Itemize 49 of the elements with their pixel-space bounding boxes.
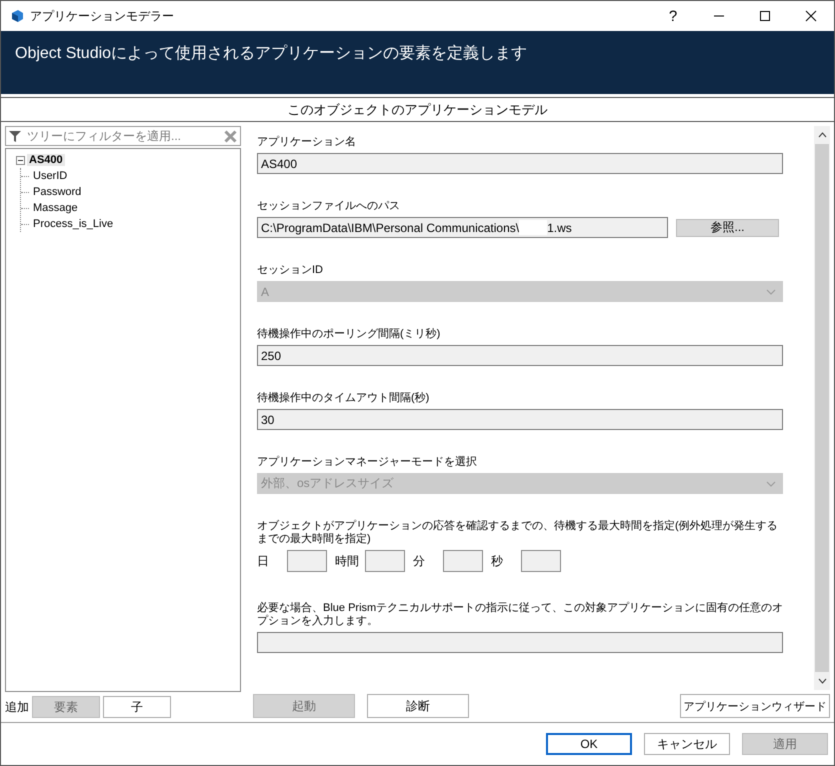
number-field[interactable] — [365, 550, 405, 572]
path-field[interactable]: C:\ProgramData\IBM\Personal Communications\ 1.ws — [257, 217, 668, 238]
browse-button[interactable]: 参照... — [676, 218, 779, 236]
clear-icon[interactable] — [224, 130, 237, 142]
filter-icon — [9, 130, 21, 142]
field-label: 待機操作中のポーリング間隔(ミリ秒) — [257, 328, 442, 341]
field-label: セッションファイルへのパス — [257, 200, 401, 213]
unit-label: 日 — [257, 552, 270, 570]
close-icon[interactable] — [805, 10, 817, 22]
window-title: アプリケーションモデラー — [30, 8, 175, 24]
scroll-down-icon[interactable] — [818, 678, 826, 684]
field-label: 必要な場合、Blue Prismテクニカルサポートの指示に従って、この対象アプリケーションに固有の任意のオプションを入力します。 — [257, 602, 784, 628]
scroll-up-icon[interactable] — [818, 132, 826, 138]
number-field[interactable] — [521, 550, 561, 572]
field-label: セッションID — [257, 264, 324, 277]
collapse-icon[interactable] — [16, 156, 25, 164]
dialog-button[interactable]: キャンセル — [644, 733, 730, 755]
app-icon — [10, 9, 24, 23]
unit-label: 分 — [413, 552, 426, 570]
number-field[interactable] — [443, 550, 483, 572]
maximize-icon[interactable] — [759, 10, 771, 22]
number-field[interactable] — [287, 550, 327, 572]
tree-node[interactable]: UserID — [31, 170, 70, 182]
tree-node[interactable]: AS400 — [27, 154, 65, 166]
unit-label: 時間 — [335, 552, 360, 570]
help-button[interactable]: ? — [650, 1, 696, 31]
filter-field[interactable]: ツリーにフィルターを適用... — [5, 126, 241, 146]
header-banner: Object Studioによって使用されるアプリケーションの要素を定義します — [1, 31, 834, 94]
field-label: アプリケーション名 — [257, 136, 357, 149]
unit-label: 秒 — [491, 552, 504, 570]
add-label: 追加 — [5, 698, 29, 716]
field-label: 待機操作中のタイムアウト間隔(秒) — [257, 392, 430, 405]
chevron-icon — [766, 480, 776, 486]
scrollbar[interactable] — [814, 126, 830, 690]
action-button[interactable]: 診断 — [367, 694, 469, 718]
text-field[interactable]: AS400 — [257, 153, 783, 174]
text-field[interactable]: 250 — [257, 345, 783, 366]
dialog-button[interactable]: OK — [546, 733, 632, 755]
section-title: このオブジェクトのアプリケーションモデル — [1, 97, 834, 122]
chevron-icon — [766, 288, 776, 294]
wizard-button[interactable]: アプリケーションウィザード — [680, 694, 830, 718]
tree-node[interactable]: Process_is_Live — [31, 218, 116, 230]
tree-node[interactable]: Password — [31, 186, 84, 198]
text-field[interactable] — [257, 632, 783, 653]
tree-node[interactable]: Massage — [31, 202, 80, 214]
field-label: アプリケーションマネージャーモードを選択 — [257, 456, 478, 469]
field-label: オブジェクトがアプリケーションの応答を確認するまでの、待機する最大時間を指定(例外処理が発生するまでの最大時間を指定) — [257, 520, 779, 546]
add-button[interactable]: 子 — [103, 696, 171, 718]
text-field[interactable]: 30 — [257, 409, 783, 430]
